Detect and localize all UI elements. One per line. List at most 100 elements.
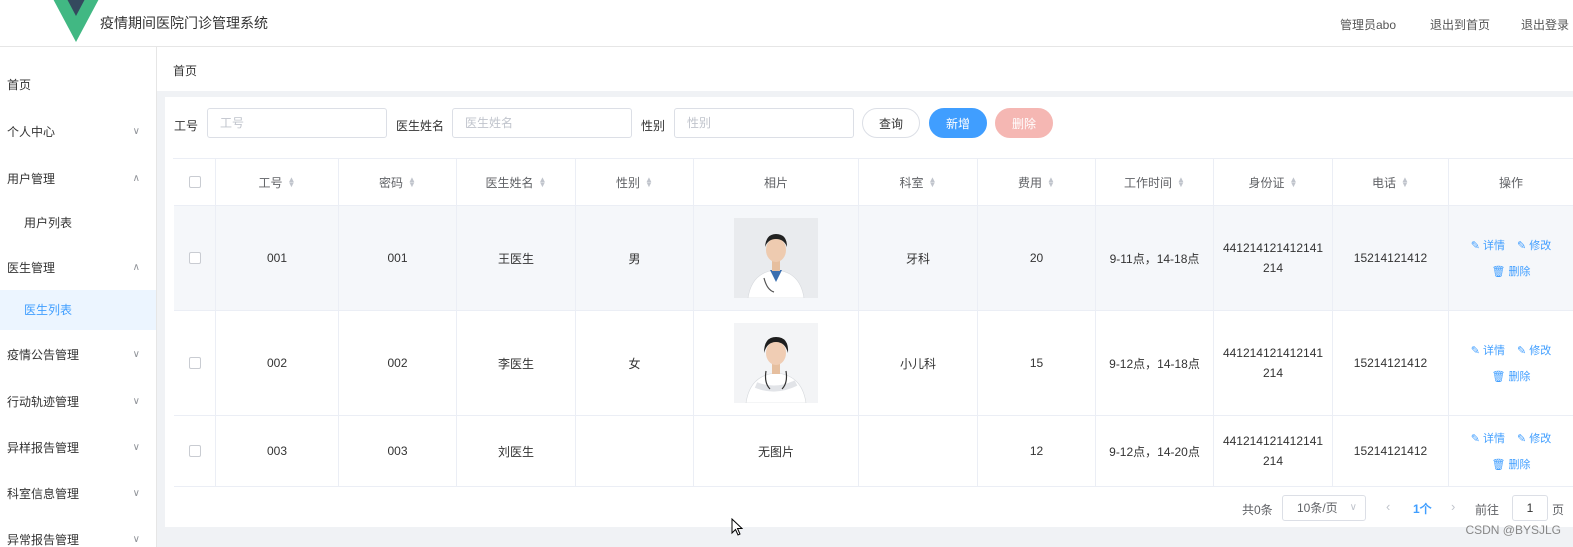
page-number-current[interactable]: 1个 [1413, 500, 1432, 517]
name-search-input[interactable] [452, 108, 632, 138]
cell-actions: ✎ 详情 ✎ 修改 🗑 删除 [1449, 311, 1573, 415]
page-size-select[interactable]: 10条/页 ∨ [1282, 495, 1366, 521]
pagination-total: 共0条 [1242, 503, 1273, 517]
cell-photo [694, 311, 859, 415]
edit-button[interactable]: ✎ 修改 [1517, 430, 1551, 446]
trash-icon: 🗑 [1491, 371, 1506, 383]
batch-delete-button[interactable]: 删除 [995, 108, 1053, 138]
cell-actions: ✎ 详情 ✎ 修改 🗑 删除 [1449, 206, 1573, 310]
breadcrumb[interactable]: 首页 [173, 62, 197, 79]
table-row[interactable]: 003 003 刘医生 无图片 12 9-12点，14-20点 44121412… [174, 416, 1573, 487]
cell-department: 小儿科 [859, 311, 978, 415]
cell-gender: 男 [576, 206, 694, 310]
prev-page-icon[interactable]: ‹ [1386, 499, 1390, 514]
sidebar-item-exception-report[interactable]: 异常报告管理 ∨ [0, 520, 156, 547]
header-gender[interactable]: 性别 ▲ ▼ [576, 159, 694, 205]
detail-button[interactable]: ✎ 详情 [1471, 237, 1505, 253]
vue-logo-icon [53, 0, 99, 42]
sidebar-item-department-info[interactable]: 科室信息管理 ∨ [0, 474, 156, 514]
app-title: 疫情期间医院门诊管理系统 [100, 15, 268, 31]
delete-button[interactable]: 🗑 删除 [1491, 456, 1530, 472]
trash-icon: 🗑 [1491, 266, 1506, 278]
name-label: 医生姓名 [396, 119, 445, 133]
page-unit-label: 页 [1552, 503, 1565, 517]
edit-icon: ✎ [1470, 345, 1480, 357]
gender-search-input[interactable] [674, 108, 854, 138]
row-checkbox[interactable] [188, 252, 201, 264]
sidebar-item-home[interactable]: 首页 [0, 65, 156, 105]
header-password[interactable]: 密码 ▲ ▼ [339, 159, 457, 205]
header-photo: 相片 [694, 159, 859, 205]
cell-phone: 15214121412 [1333, 206, 1449, 310]
doctor-table: 工号 ▲ ▼ 密码 ▲ ▼ 医生姓名 ▲ ▼ 性别 ▲ ▼ 相片 科室 ▲ ▼ 费用 ▲ ▼ 工作时间 ▲… [173, 158, 1573, 487]
gender-label: 性别 [641, 119, 666, 133]
sort-icon[interactable]: ▲ ▼ [1290, 176, 1298, 189]
select-all-checkbox[interactable] [188, 176, 201, 188]
header-fee[interactable]: 费用 ▲ ▼ [978, 159, 1096, 205]
sort-icon[interactable]: ▲ ▼ [539, 176, 547, 189]
chevron-up-icon: ∧ [132, 262, 140, 273]
chevron-down-icon: ∨ [1349, 502, 1357, 513]
sort-icon[interactable]: ▲ ▼ [645, 176, 653, 189]
goto-page-input[interactable] [1512, 495, 1548, 521]
header-id-card[interactable]: 身份证 ▲ ▼ [1214, 159, 1333, 205]
cell-fee: 20 [978, 206, 1096, 310]
id-search-input[interactable] [207, 108, 387, 138]
admin-user-link[interactable]: 管理员abo [1340, 16, 1396, 33]
cell-department: 牙科 [859, 206, 978, 310]
cell-department [859, 416, 978, 486]
edit-button[interactable]: ✎ 修改 [1517, 342, 1551, 358]
sidebar-item-epidemic-notice[interactable]: 疫情公告管理 ∨ [0, 335, 156, 375]
edit-icon: ✎ [1470, 240, 1480, 252]
cell-gender [576, 416, 694, 486]
query-button[interactable]: 查询 [862, 108, 920, 138]
doctor-photo-male [734, 218, 818, 298]
header-department[interactable]: 科室 ▲ ▼ [859, 159, 978, 205]
sort-icon[interactable]: ▲ ▼ [288, 176, 296, 189]
chevron-down-icon: ∨ [132, 442, 140, 453]
next-page-icon[interactable]: › [1451, 499, 1455, 514]
edit-icon: ✎ [1517, 345, 1527, 357]
cell-password: 003 [339, 416, 457, 486]
sidebar-item-profile[interactable]: 个人中心 ∨ [0, 112, 156, 152]
table-row[interactable]: 001 001 王医生 男 牙科 20 9-11点，14-18点 4412141… [174, 206, 1573, 311]
row-checkbox[interactable] [188, 445, 201, 457]
sort-icon[interactable]: ▲ ▼ [408, 176, 416, 189]
sidebar-item-user-list[interactable]: 用户列表 [0, 203, 156, 243]
sidebar-item-user-management[interactable]: 用户管理 ∧ [0, 159, 156, 199]
sort-icon[interactable]: ▲ ▼ [929, 176, 937, 189]
sort-icon[interactable]: ▲ ▼ [1047, 176, 1055, 189]
cell-work-hours: 9-11点，14-18点 [1096, 206, 1214, 310]
cell-password: 002 [339, 311, 457, 415]
chevron-down-icon: ∨ [132, 349, 140, 360]
detail-button[interactable]: ✎ 详情 [1471, 430, 1505, 446]
back-to-home-link[interactable]: 退出到首页 [1430, 16, 1490, 33]
chevron-down-icon: ∨ [132, 396, 140, 407]
table-row[interactable]: 002 002 李医生 女 小儿科 15 9-12点，14-18点 441214… [174, 311, 1573, 416]
detail-button[interactable]: ✎ 详情 [1471, 342, 1505, 358]
delete-button[interactable]: 🗑 删除 [1491, 368, 1530, 384]
add-button[interactable]: 新增 [929, 108, 987, 138]
trash-icon: 🗑 [1491, 459, 1506, 471]
chevron-down-icon: ∨ [132, 534, 140, 545]
sidebar-item-doctor-list[interactable]: 医生列表 [0, 290, 156, 330]
delete-button[interactable]: 🗑 删除 [1491, 263, 1530, 279]
header-doctor-name[interactable]: 医生姓名 ▲ ▼ [457, 159, 576, 205]
logout-link[interactable]: 退出登录 [1521, 16, 1569, 33]
sidebar-item-abnormal-report[interactable]: 异样报告管理 ∨ [0, 428, 156, 468]
cell-photo: 无图片 [694, 416, 859, 486]
sidebar-item-doctor-management[interactable]: 医生管理 ∧ [0, 248, 156, 288]
sort-icon[interactable]: ▲ ▼ [1401, 176, 1409, 189]
sidebar-item-movement-track[interactable]: 行动轨迹管理 ∨ [0, 382, 156, 422]
header-work-hours[interactable]: 工作时间 ▲ ▼ [1096, 159, 1214, 205]
sort-icon[interactable]: ▲ ▼ [1177, 176, 1185, 189]
header-id[interactable]: 工号 ▲ ▼ [216, 159, 339, 205]
row-checkbox[interactable] [188, 357, 201, 369]
cell-work-hours: 9-12点，14-18点 [1096, 311, 1214, 415]
edit-button[interactable]: ✎ 修改 [1517, 237, 1551, 253]
header-phone[interactable]: 电话 ▲ ▼ [1333, 159, 1449, 205]
table-header-row: 工号 ▲ ▼ 密码 ▲ ▼ 医生姓名 ▲ ▼ 性别 ▲ ▼ 相片 科室 ▲ ▼ 费用 ▲ ▼ 工作时间 ▲… [174, 159, 1573, 206]
cell-phone: 15214121412 [1333, 311, 1449, 415]
doctor-photo-female [734, 323, 818, 403]
cell-phone: 15214121412 [1333, 416, 1449, 486]
